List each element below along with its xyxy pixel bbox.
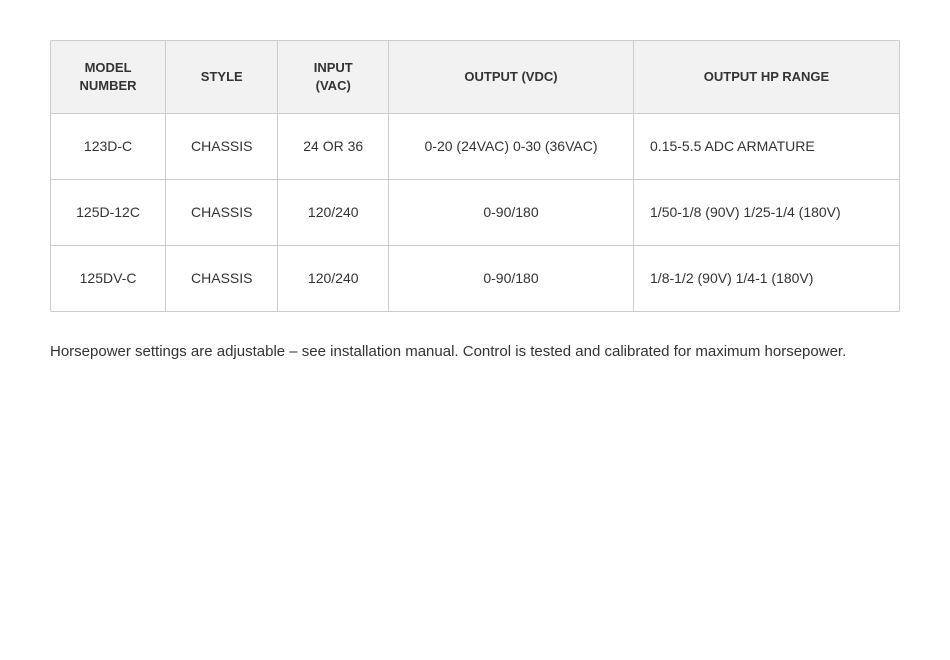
cell-output-hp-3: 1/8-1/2 (90V) 1/4-1 (180V): [634, 246, 899, 312]
cell-input-1: 24 OR 36: [278, 114, 389, 180]
cell-style-2: CHASSIS: [166, 180, 278, 246]
cell-output-hp-2: 1/50-1/8 (90V) 1/25-1/4 (180V): [634, 180, 899, 246]
cell-output-vdc-3: 0-90/180: [388, 246, 633, 312]
cell-model-3: 125DV-C: [51, 246, 166, 312]
table-row: 125DV-C CHASSIS 120/240 0-90/180 1/8-1/2…: [51, 246, 899, 312]
cell-output-vdc-2: 0-90/180: [388, 180, 633, 246]
cell-style-3: CHASSIS: [166, 246, 278, 312]
cell-output-vdc-1: 0-20 (24VAC) 0-30 (36VAC): [388, 114, 633, 180]
header-model-number: MODELNUMBER: [51, 41, 166, 114]
table-row: 125D-12C CHASSIS 120/240 0-90/180 1/50-1…: [51, 180, 899, 246]
table-row: 123D-C CHASSIS 24 OR 36 0-20 (24VAC) 0-3…: [51, 114, 899, 180]
cell-style-1: CHASSIS: [166, 114, 278, 180]
cell-input-3: 120/240: [278, 246, 389, 312]
cell-output-hp-1: 0.15-5.5 ADC ARMATURE: [634, 114, 899, 180]
header-output-hp-range: OUTPUT HP RANGE: [634, 41, 899, 114]
cell-model-1: 123D-C: [51, 114, 166, 180]
header-style: STYLE: [166, 41, 278, 114]
header-input-vac: INPUT(VAC): [278, 41, 389, 114]
header-output-vdc: OUTPUT (VDC): [388, 41, 633, 114]
footnote-text: Horsepower settings are adjustable – see…: [50, 340, 900, 364]
data-table: MODELNUMBER STYLE INPUT(VAC) OUTPUT (VDC…: [50, 40, 900, 312]
cell-input-2: 120/240: [278, 180, 389, 246]
cell-model-2: 125D-12C: [51, 180, 166, 246]
